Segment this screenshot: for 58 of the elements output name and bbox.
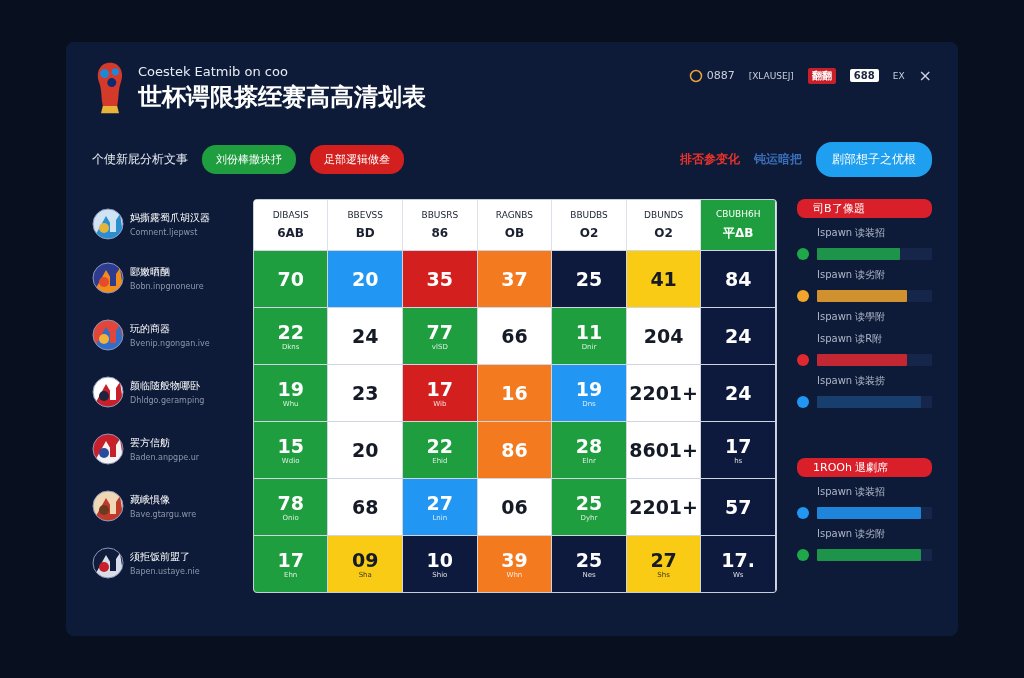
- filter-link[interactable]: 排否参变化: [680, 151, 740, 168]
- score-cell: 2201+: [626, 478, 702, 535]
- team-name: 妈撕露蜀爪胡汉器: [130, 211, 210, 225]
- score-cell: 86: [477, 421, 553, 478]
- score-cell: 84: [701, 250, 776, 307]
- score-cell: 20: [328, 250, 404, 307]
- meter-label: Ispawn 读劣附: [816, 268, 887, 282]
- header-badge: 688: [849, 69, 879, 82]
- score-cell: 20: [328, 421, 404, 478]
- page-title: 世杯谔限搽绖赛高高清划表: [138, 81, 426, 113]
- column-header[interactable]: DIBASIS 6AB: [253, 200, 329, 250]
- meter-label: Ispawn 读装招: [816, 226, 887, 240]
- score-cell: 06: [477, 478, 553, 535]
- score-cell: 24: [701, 307, 776, 364]
- score-cell: 66: [477, 307, 553, 364]
- team-name: 颜临随般物哪卧: [130, 378, 201, 393]
- panel-header: 1ROOh 退劇席: [797, 458, 932, 477]
- team-subtitle: Dhldgo.geramping: [130, 395, 205, 405]
- score-cell: 70: [253, 250, 329, 307]
- filter-button[interactable]: 足部逻辑做叁: [310, 145, 404, 174]
- filter-label: 个使新屁分析文事: [92, 151, 188, 168]
- score-cell: 37: [477, 250, 553, 307]
- coin-icon: [688, 68, 703, 83]
- score-cell: 35: [403, 250, 478, 307]
- team-name: 郾嫩晒酗: [130, 264, 171, 279]
- score-cell: 23: [328, 364, 404, 421]
- team-subtitle: Bapen.ustaye.nie: [130, 566, 200, 576]
- score-cell: 24: [701, 364, 776, 421]
- score-cell: 204: [626, 307, 702, 364]
- score-cell: 8601+: [626, 421, 702, 478]
- score-cell: 25: [552, 250, 627, 307]
- score-cell: 16: [477, 364, 553, 421]
- header-text: EX: [892, 70, 905, 81]
- panel-header: 司B了像題: [797, 199, 932, 218]
- team-subtitle: Comnent.ljepwst: [130, 228, 199, 237]
- score-cell: 57: [701, 478, 776, 535]
- meter-label: Ispawn 读劣附: [816, 527, 887, 541]
- header-text: 0887: [706, 69, 735, 82]
- subtitle: Coestek Eatmib on coo: [138, 63, 289, 79]
- score-cell: 2201+: [626, 364, 702, 421]
- team-subtitle: Bobn.inpgnoneure: [130, 281, 204, 291]
- meter-label: Ispawn 读R附: [816, 332, 884, 346]
- meter-label: Ispawn 读學附: [816, 310, 887, 324]
- team-subtitle: Bave.gtargu.wre: [130, 509, 197, 519]
- meter-label: Ispawn 读装捞: [816, 374, 887, 388]
- score-cell: 24: [328, 307, 404, 364]
- meter-label: Ispawn 读装招: [816, 485, 887, 499]
- header-badge: 翻翻: [807, 67, 836, 84]
- team-name: 藏峨惧像: [130, 492, 171, 507]
- score-cell: 68: [328, 478, 404, 535]
- team-subtitle: Bvenip.ngongan.ive: [130, 338, 210, 348]
- team-name: 须拒饭前盟了: [130, 549, 191, 564]
- team-name: 罢方信舫: [130, 435, 171, 450]
- close-button[interactable]: ×: [918, 66, 932, 85]
- team-subtitle: Baden.anpgpe.ur: [130, 452, 200, 462]
- header-text: [XLAUSEJ]: [748, 70, 794, 81]
- score-cell: 41: [626, 250, 702, 307]
- team-name: 玩的商器: [130, 321, 171, 336]
